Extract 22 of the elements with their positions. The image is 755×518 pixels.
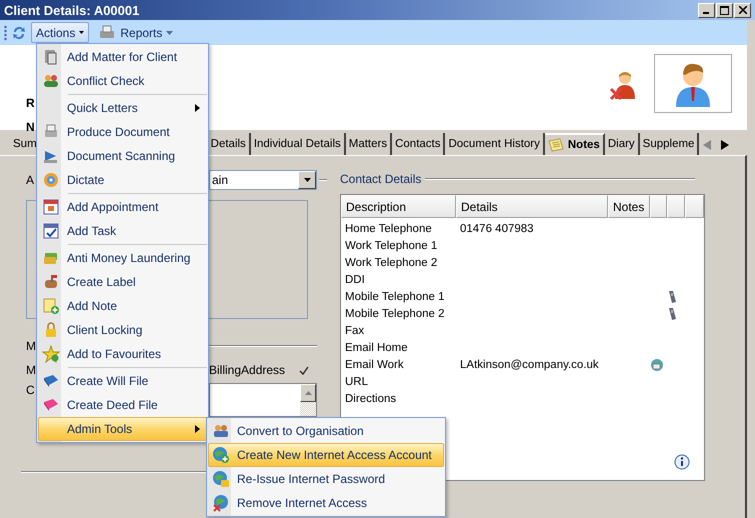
table-cell-text: Email Work (344, 358, 405, 370)
field-label: A (26, 173, 34, 187)
field-label: R (26, 96, 35, 110)
table-cell-text: Work Telephone 1 (344, 240, 438, 252)
table-cell-text: Directions (344, 392, 398, 404)
table-cell-text: LAtkinson@company.co.uk (459, 358, 600, 370)
table-cell-text: Work Telephone 2 (344, 256, 438, 268)
field-label: M (26, 363, 36, 377)
table-cell-text: URL (344, 376, 370, 388)
field-label: N (26, 120, 35, 134)
billing-address-label: BillingAddress (209, 363, 286, 377)
field-label: M (26, 339, 36, 353)
table-cell-text: Mobile Telephone 1 (344, 290, 446, 302)
table-cell-text: Mobile Telephone 2 (344, 308, 446, 320)
table-cell-text: DDI (344, 274, 366, 286)
table-cell-text: Home Telephone (344, 222, 433, 234)
window-title: Client Details: A00001 (4, 2, 140, 18)
table-cell-text: Email Home (344, 342, 409, 354)
group-title: Contact Details (340, 172, 422, 186)
field-label: C (26, 383, 35, 397)
table-cell-text: Fax (344, 324, 366, 336)
table-cell-text: 01476 407983 (459, 222, 535, 234)
